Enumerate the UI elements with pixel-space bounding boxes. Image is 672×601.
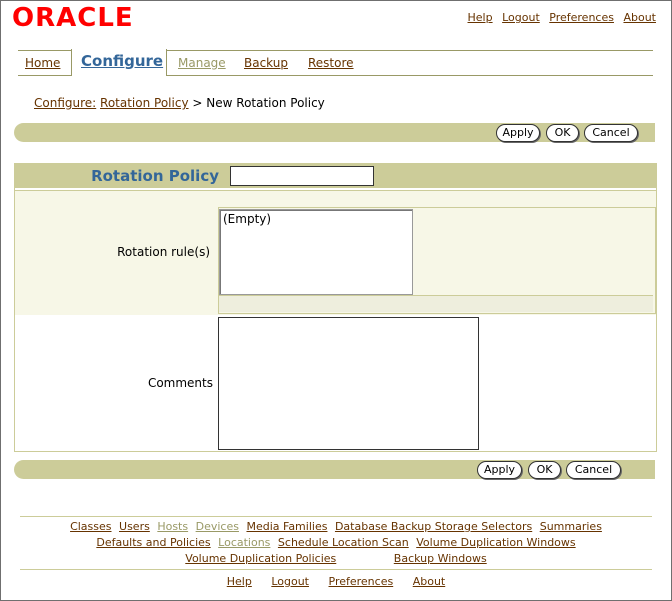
tab-configure-label: Configure	[81, 52, 164, 70]
footer-links-row3: Volume Duplication Policies Backup Windo…	[20, 552, 652, 565]
policy-name-row: Rotation Policy	[15, 164, 656, 188]
footer-logout-link[interactable]: Logout	[271, 575, 309, 588]
rotation-rules-row: Rotation rule(s) (Empty)	[15, 190, 656, 316]
breadcrumb-configure-link[interactable]: Configure:	[34, 96, 96, 110]
footer-global-links: Help Logout Preferences About	[20, 575, 652, 588]
footer-divider-top	[20, 516, 652, 517]
footer-backup-windows-link[interactable]: Backup Windows	[394, 552, 487, 565]
footer-db-backup-storage-selectors-link[interactable]: Database Backup Storage Selectors	[335, 520, 532, 533]
cancel-button-top[interactable]: Cancel	[584, 124, 638, 142]
breadcrumb: Configure: Rotation Policy > New Rotatio…	[34, 96, 325, 110]
tab-bar: Home Configure Manage Backup Restore	[18, 49, 653, 76]
footer-links-row1: Classes Users Hosts Devices Media Famili…	[20, 520, 652, 533]
comments-row: Comments	[15, 315, 656, 451]
global-about-link[interactable]: About	[623, 11, 656, 24]
comments-label: Comments	[147, 376, 213, 390]
breadcrumb-rotation-policy-link[interactable]: Rotation Policy	[100, 96, 189, 110]
apply-button-bottom[interactable]: Apply	[477, 461, 522, 479]
rotation-rules-label: Rotation rule(s)	[117, 245, 210, 259]
tab-backup[interactable]: Backup	[244, 56, 288, 70]
global-preferences-link[interactable]: Preferences	[549, 11, 614, 24]
ok-button-bottom[interactable]: OK	[528, 461, 561, 479]
footer-volume-duplication-windows-link[interactable]: Volume Duplication Windows	[416, 536, 575, 549]
global-help-link[interactable]: Help	[468, 11, 493, 24]
oracle-logo: ORACLE	[12, 3, 134, 33]
footer-schedule-location-scan-link[interactable]: Schedule Location Scan	[278, 536, 409, 549]
footer-volume-duplication-policies-link[interactable]: Volume Duplication Policies	[185, 552, 336, 565]
rotation-policy-label: Rotation Policy	[91, 167, 219, 185]
comments-textarea[interactable]	[218, 317, 479, 450]
footer-defaults-policies-link[interactable]: Defaults and Policies	[96, 536, 210, 549]
footer-hosts-link: Hosts	[157, 520, 189, 533]
breadcrumb-current: New Rotation Policy	[206, 96, 325, 110]
footer-preferences-link[interactable]: Preferences	[329, 575, 394, 588]
footer-links-row2: Defaults and Policies Locations Schedule…	[20, 536, 652, 549]
global-links: Help Logout Preferences About	[462, 11, 656, 24]
tab-home[interactable]: Home	[25, 56, 60, 70]
rotation-rules-item[interactable]: (Empty)	[223, 212, 409, 226]
footer-media-families-link[interactable]: Media Families	[246, 520, 327, 533]
tab-configure[interactable]: Configure	[71, 49, 167, 76]
footer-about-link[interactable]: About	[413, 575, 446, 588]
rotation-rules-list[interactable]: (Empty)	[219, 209, 413, 295]
rotation-rules-footer-strip	[219, 295, 653, 312]
tab-manage: Manage	[178, 56, 226, 70]
footer-devices-link: Devices	[195, 520, 239, 533]
footer-users-link[interactable]: Users	[119, 520, 150, 533]
footer-summaries-link[interactable]: Summaries	[540, 520, 602, 533]
global-logout-link[interactable]: Logout	[502, 11, 540, 24]
ok-button-top[interactable]: OK	[546, 124, 579, 142]
cancel-button-bottom[interactable]: Cancel	[566, 461, 621, 479]
footer-locations-link: Locations	[218, 536, 271, 549]
footer-classes-link[interactable]: Classes	[70, 520, 111, 533]
tab-restore[interactable]: Restore	[308, 56, 354, 70]
rotation-policy-input[interactable]	[230, 166, 374, 186]
footer-divider-bottom	[20, 569, 652, 570]
rotation-policy-form: Rotation Policy Rotation rule(s) (Empty)…	[14, 163, 657, 452]
breadcrumb-separator: >	[192, 96, 203, 110]
apply-button-top[interactable]: Apply	[496, 124, 540, 142]
footer-help-link[interactable]: Help	[227, 575, 252, 588]
